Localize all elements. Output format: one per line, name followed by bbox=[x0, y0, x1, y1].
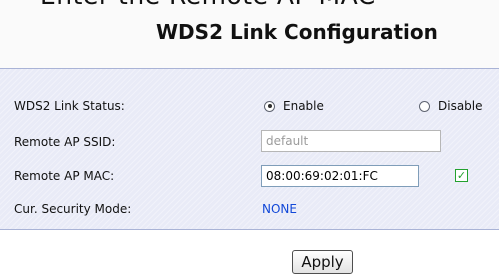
radio-unselected-icon bbox=[419, 100, 430, 112]
enable-radio[interactable]: Enable bbox=[264, 99, 324, 113]
security-mode-value: NONE bbox=[262, 202, 297, 216]
remote-mac-checkbox[interactable]: ✓ bbox=[455, 169, 468, 182]
page-title: WDS2 Link Configuration bbox=[156, 20, 438, 44]
disable-radio-label: Disable bbox=[438, 99, 483, 113]
panel-bottom-divider bbox=[0, 229, 499, 230]
link-status-label: WDS2 Link Status: bbox=[14, 99, 125, 113]
enable-radio-label: Enable bbox=[283, 99, 324, 113]
security-mode-label: Cur. Security Mode: bbox=[14, 202, 132, 216]
disable-radio[interactable]: Disable bbox=[419, 99, 483, 113]
remote-ssid-label: Remote AP SSID: bbox=[14, 135, 116, 149]
radio-selected-icon bbox=[264, 100, 275, 112]
check-icon: ✓ bbox=[456, 169, 467, 182]
remote-ssid-input[interactable]: default bbox=[261, 130, 441, 152]
remote-mac-label: Remote AP MAC: bbox=[14, 169, 115, 183]
instruction-heading: Enter the Remote AP MAC bbox=[40, 0, 376, 10]
remote-mac-input[interactable]: 08:00:69:02:01:FC bbox=[261, 165, 419, 187]
apply-button[interactable]: Apply bbox=[292, 250, 353, 274]
panel-top-divider bbox=[0, 68, 499, 69]
